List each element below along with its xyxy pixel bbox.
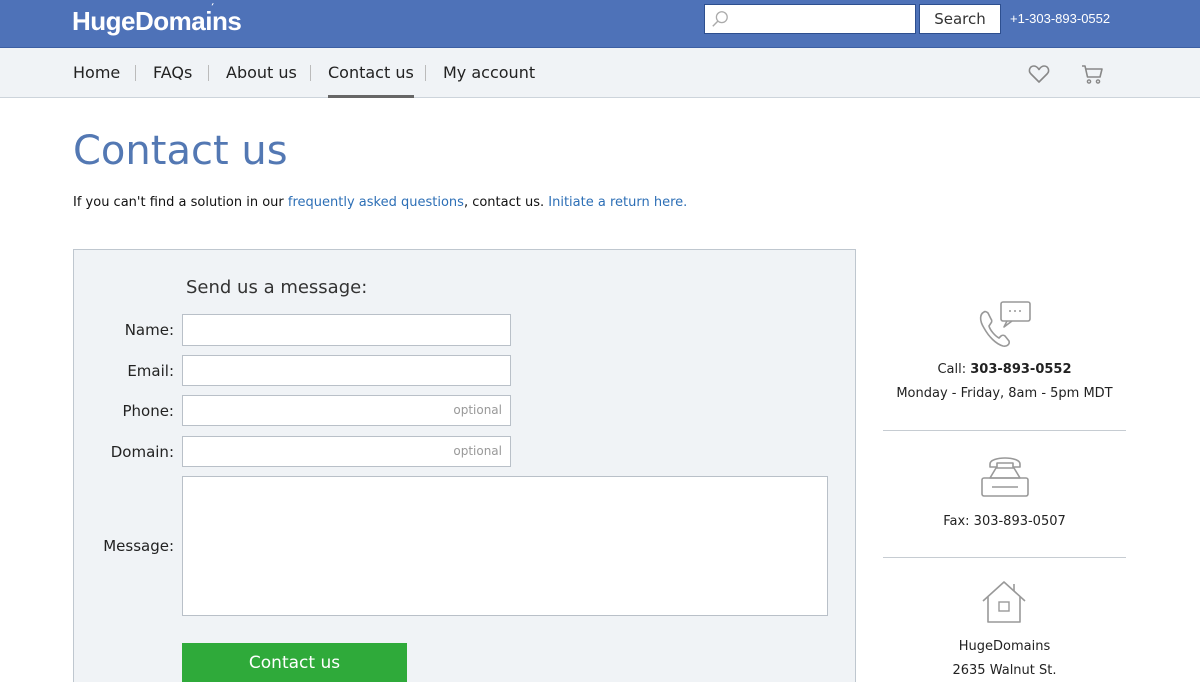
search-input[interactable] [705, 5, 915, 33]
nav-divider [425, 65, 426, 81]
email-label: Email: [127, 362, 174, 380]
cart-icon[interactable] [1081, 62, 1105, 86]
domain-field[interactable] [182, 436, 511, 467]
page-title: Contact us [73, 128, 288, 174]
nav-divider [135, 65, 136, 81]
intro-text: If you can't find a solution in our freq… [73, 195, 687, 210]
contact-form: Send us a message: Name: Email: Phone: D… [73, 249, 856, 682]
nav-item-home[interactable]: Home [73, 48, 120, 98]
nav-divider [208, 65, 209, 81]
info-divider [883, 557, 1126, 558]
name-label: Name: [124, 321, 174, 339]
business-hours: Monday - Friday, 8am - 5pm MDT [896, 386, 1113, 401]
fax-icon [981, 457, 1029, 497]
phone-chat-icon [979, 301, 1031, 347]
nav-divider [310, 65, 311, 81]
home-icon [982, 581, 1026, 623]
email-field[interactable] [182, 355, 511, 386]
call-line: Call: 303-893-0552 [883, 362, 1126, 377]
contact-us-button[interactable]: Contact us [182, 643, 407, 682]
fax-number: Fax: 303-893-0507 [943, 514, 1066, 529]
message-field[interactable] [182, 476, 828, 616]
return-link[interactable]: Initiate a return here. [548, 195, 687, 210]
company-name: HugeDomains [958, 639, 1051, 654]
faq-link[interactable]: frequently asked questions [288, 195, 464, 210]
search-button[interactable]: Search [919, 4, 1001, 34]
name-field[interactable] [182, 314, 511, 346]
phone-field[interactable] [182, 395, 511, 426]
info-divider [883, 430, 1126, 431]
intro-text-part: If you can't find a solution in our [73, 195, 288, 210]
phone-label: Phone: [122, 402, 174, 420]
main-nav: Home FAQs About us Contact us My account [0, 48, 1200, 98]
top-header: HugeDomains ˊ Search +1-303-893-0552 [0, 0, 1200, 48]
header-phone[interactable]: +1-303-893-0552 [1010, 11, 1110, 26]
nav-item-my-account[interactable]: My account [443, 48, 535, 98]
form-heading: Send us a message: [186, 277, 368, 298]
search-icon [712, 11, 728, 27]
nav-item-contact-us[interactable]: Contact us [328, 48, 414, 98]
logo[interactable]: HugeDomains ˊ [72, 1, 242, 37]
search-field[interactable] [704, 4, 916, 34]
address-line: 2635 Walnut St. [952, 663, 1057, 678]
message-label: Message: [103, 537, 174, 555]
call-prefix: Call: [937, 362, 971, 377]
call-number[interactable]: 303-893-0552 [970, 362, 1071, 377]
domain-label: Domain: [110, 443, 174, 461]
heart-icon[interactable] [1027, 62, 1051, 86]
nav-item-about-us[interactable]: About us [226, 48, 297, 98]
nav-item-faqs[interactable]: FAQs [153, 48, 192, 98]
intro-text-part: , contact us. [463, 195, 549, 210]
